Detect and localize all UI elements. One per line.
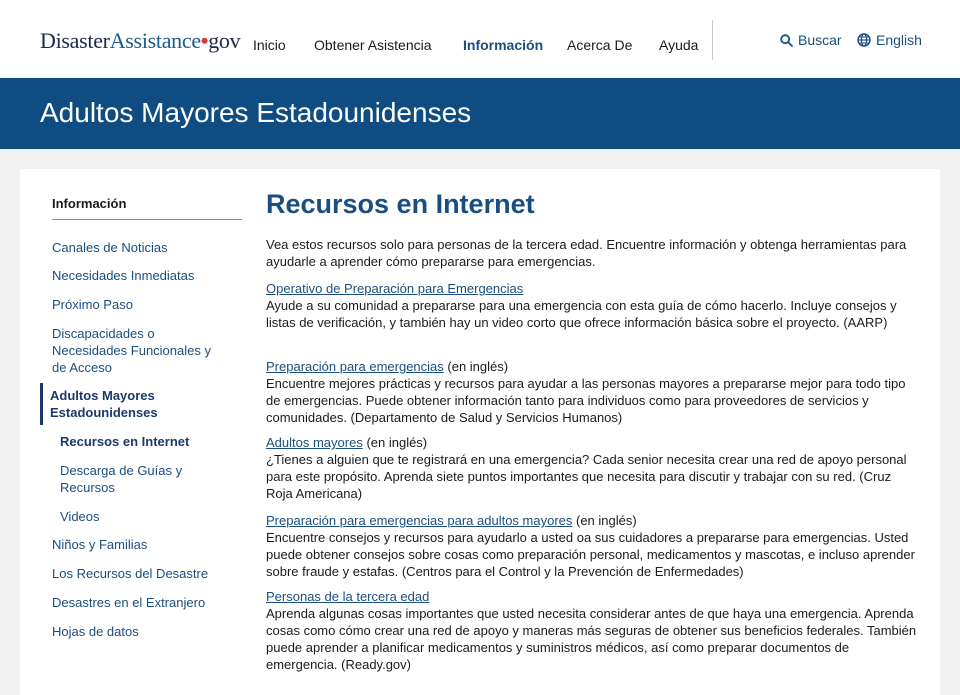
resource-link[interactable]: Preparación para emergencias xyxy=(266,359,444,374)
resource-title-line: Preparación para emergencias (en inglés) xyxy=(266,358,921,375)
search-button[interactable]: Buscar xyxy=(780,32,842,48)
site-logo[interactable]: DisasterAssistance•gov xyxy=(40,28,241,53)
content-card: Información Canales de Noticias Necesida… xyxy=(20,169,940,695)
language-label: English xyxy=(876,32,922,48)
resource-item: Preparación para emergencias (en inglés)… xyxy=(266,358,921,426)
resource-note: (en inglés) xyxy=(443,359,509,374)
language-button[interactable]: English xyxy=(857,32,922,48)
globe-icon xyxy=(857,33,871,47)
sidebar-item-desastres-extranjero[interactable]: Desastres en el Extranjero xyxy=(52,594,232,611)
resource-description: Encuentre mejores prácticas y recursos p… xyxy=(266,376,906,425)
resource-item: Personas de la tercera edad Aprenda algu… xyxy=(266,588,921,673)
sidebar-item-hojas-de-datos[interactable]: Hojas de datos xyxy=(52,623,232,640)
page-title: Adultos Mayores Estadounidenses xyxy=(40,97,472,128)
resource-item: Adultos mayores (en inglés) ¿Tienes a al… xyxy=(266,434,921,502)
sidebar-heading: Información xyxy=(52,196,242,220)
section-title: Recursos en Internet xyxy=(266,189,535,219)
sidebar-item-adultos-mayores[interactable]: Adultos Mayores Estadounidenses xyxy=(50,387,200,421)
page-banner: Adultos Mayores Estadounidenses xyxy=(0,78,960,149)
sidebar-active-indicator xyxy=(40,383,43,425)
nav-item-acerca-de[interactable]: Acerca De xyxy=(567,37,632,53)
intro-text: Vea estos recursos solo para personas de… xyxy=(266,237,907,269)
nav-item-inicio[interactable]: Inicio xyxy=(253,37,286,53)
sidebar-item-ninos-y-familias[interactable]: Niños y Familias xyxy=(52,536,232,553)
resource-title-line: Personas de la tercera edad xyxy=(266,588,921,605)
resource-description: ¿Tienes a alguien que te registrará en u… xyxy=(266,452,907,501)
resource-description: Encuentre consejos y recursos para ayuda… xyxy=(266,530,915,579)
resource-description: Ayude a su comunidad a prepararse para u… xyxy=(266,298,897,330)
resource-title-line: Adultos mayores (en inglés) xyxy=(266,434,921,451)
search-label: Buscar xyxy=(798,32,842,48)
sidebar-item-canales-de-noticias[interactable]: Canales de Noticias xyxy=(52,239,232,256)
logo-text-gov: gov xyxy=(208,28,241,53)
sidebar-subitem-recursos-en-internet[interactable]: Recursos en Internet xyxy=(60,433,240,450)
resource-link[interactable]: Operativo de Preparación para Emergencia… xyxy=(266,281,523,296)
nav-divider xyxy=(712,20,713,60)
site-header: DisasterAssistance•gov Inicio Obtener As… xyxy=(0,0,960,78)
sidebar-item-discapacidades[interactable]: Discapacidades o Necesidades Funcionales… xyxy=(52,325,227,376)
resource-description: Aprenda algunas cosas importantes que us… xyxy=(266,606,917,672)
sidebar-item-necesidades-inmediatas[interactable]: Necesidades Inmediatas xyxy=(52,267,232,284)
logo-text-disaster: Disaster xyxy=(40,28,110,53)
resource-link[interactable]: Adultos mayores xyxy=(266,435,363,450)
resource-item: Preparación para emergencias para adulto… xyxy=(266,512,921,580)
resource-link[interactable]: Personas de la tercera edad xyxy=(266,589,429,604)
resource-note: (en inglés) xyxy=(572,513,637,528)
search-icon xyxy=(780,33,793,47)
resource-link[interactable]: Preparación para emergencias para adulto… xyxy=(266,513,572,528)
resource-title-line: Preparación para emergencias para adulto… xyxy=(266,512,921,529)
sidebar-item-recursos-del-desastre[interactable]: Los Recursos del Desastre xyxy=(52,565,232,582)
sidebar-item-proximo-paso[interactable]: Próximo Paso xyxy=(52,296,232,313)
nav-item-ayuda[interactable]: Ayuda xyxy=(659,37,698,53)
sidebar-subitem-descarga-de-guias[interactable]: Descarga de Guías y Recursos xyxy=(60,462,200,496)
nav-item-obtener-asistencia[interactable]: Obtener Asistencia xyxy=(314,37,432,53)
resource-note: (en inglés) xyxy=(362,435,428,450)
logo-text-assistance: Assistance xyxy=(109,28,201,53)
sidebar-subitem-videos[interactable]: Videos xyxy=(60,508,240,525)
resource-title-line: Operativo de Preparación para Emergencia… xyxy=(266,280,921,297)
resource-item: Operativo de Preparación para Emergencia… xyxy=(266,280,921,331)
nav-item-informacion[interactable]: Información xyxy=(463,37,543,53)
